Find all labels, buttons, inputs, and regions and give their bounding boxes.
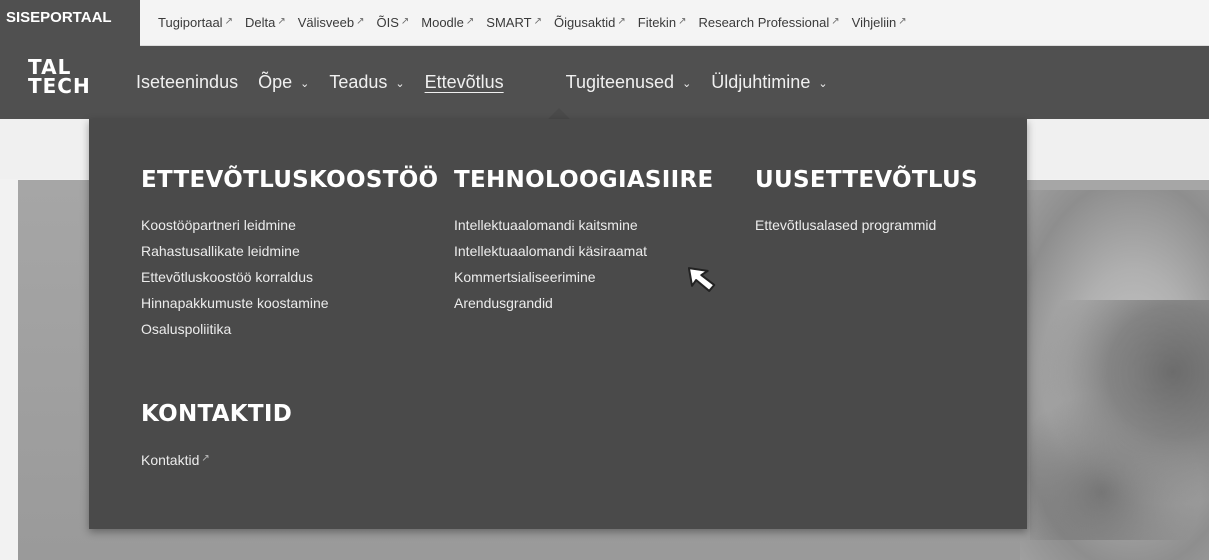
menu-link[interactable]: Ettevõtluskoostöö korraldus [141, 267, 438, 287]
nav-item-uldjuhtimine[interactable]: Üldjuhtimine ⌄ [711, 72, 827, 93]
nav-menu: Iseteenindus Õpe ⌄ Teadus ⌄ Ettevõtlus Tug… [136, 72, 848, 93]
nav-item-teadus[interactable]: Teadus ⌄ [329, 72, 404, 93]
column-uusettevotlus: UUSETTEVÕTLUS Ettevõtlusalased programmi… [755, 167, 978, 241]
menu-link-kontaktid[interactable]: Kontaktid ↗ [141, 449, 292, 470]
chevron-down-icon: ⌄ [682, 78, 692, 90]
nav-item-tugiteenused[interactable]: Tugiteenused ⌄ [566, 72, 692, 93]
main-navigation: TAL TECH Iseteenindus Õpe ⌄ Teadus ⌄ Ettev… [0, 46, 1209, 119]
link-vihjeliin[interactable]: Vihjeliin ↗ [852, 15, 907, 30]
menu-link[interactable]: Hinnapakkumuste koostamine [141, 293, 438, 313]
chevron-down-icon: ⌄ [395, 78, 405, 90]
column-heading: KONTAKTID [141, 401, 293, 427]
menu-link[interactable]: Intellektuaalomandi kaitsmine [454, 215, 714, 235]
mouse-cursor-icon [688, 267, 716, 292]
link-tugiportaal[interactable]: Tugiportaal ↗ [158, 15, 233, 30]
column-kontaktid: KONTAKTID Kontaktid ↗ [141, 401, 292, 476]
external-link-icon: ↗ [678, 16, 687, 27]
external-links: Tugiportaal ↗ Delta ↗ Välisveeb ↗ ÕIS ↗ Mood… [158, 15, 907, 30]
siseportaal-tab[interactable]: SISEPORTAAL [0, 0, 140, 46]
menu-link[interactable]: Kommertsialiseerimine [454, 267, 714, 287]
link-smart[interactable]: SMART ↗ [486, 15, 542, 30]
external-link-icon: ↗ [224, 16, 233, 27]
external-link-icon: ↗ [400, 16, 410, 27]
chevron-down-icon: ⌄ [818, 78, 828, 90]
link-valisveeb[interactable]: Välisveeb ↗ [298, 15, 365, 30]
column-heading: UUSETTEVÕTLUS [755, 167, 978, 193]
link-oigusaktid[interactable]: Õigusaktid ↗ [554, 15, 626, 30]
column-ettevotluskoostoo: ETTEVÕTLUSKOOSTÖÖ Koostööpartneri leidmi… [141, 167, 438, 345]
utility-bar: SISEPORTAAL Tugiportaal ↗ Delta ↗ Välisvee… [0, 0, 1209, 46]
ettevotlus-dropdown: ETTEVÕTLUSKOOSTÖÖ Koostööpartneri leidmi… [89, 119, 1027, 529]
link-fitekin[interactable]: Fitekin ↗ [638, 15, 687, 30]
link-delta[interactable]: Delta ↗ [245, 15, 286, 30]
external-link-icon: ↗ [831, 16, 840, 27]
external-link-icon: ↗ [356, 16, 365, 27]
external-link-icon: ↗ [201, 453, 210, 464]
nav-item-ope[interactable]: Õpe ⌄ [258, 72, 309, 93]
external-link-icon: ↗ [898, 16, 907, 27]
external-link-icon: ↗ [277, 16, 286, 27]
menu-link[interactable]: Ettevõtlusalased programmid [755, 215, 978, 235]
nav-item-iseteenindus[interactable]: Iseteenindus [136, 72, 238, 93]
dropdown-caret [548, 108, 570, 119]
menu-link[interactable]: Rahastusallikate leidmine [141, 241, 438, 261]
column-heading: TEHNOLOOGIASIIRE [454, 167, 714, 193]
menu-link[interactable]: Arendusgrandid [454, 293, 714, 313]
menu-link[interactable]: Koostööpartneri leidmine [141, 215, 438, 235]
external-link-icon: ↗ [533, 16, 542, 27]
link-moodle[interactable]: Moodle ↗ [421, 15, 474, 30]
external-link-icon: ↗ [465, 16, 475, 27]
column-heading: ETTEVÕTLUSKOOSTÖÖ [141, 167, 439, 193]
column-tehnoloogiasiire: TEHNOLOOGIASIIRE Intellektuaalomandi kai… [454, 167, 714, 319]
external-link-icon: ↗ [617, 16, 626, 27]
taltech-logo[interactable]: TAL TECH [28, 57, 91, 96]
link-research-professional[interactable]: Research Professional ↗ [698, 15, 839, 30]
nav-item-ettevotlus[interactable]: Ettevõtlus [425, 72, 504, 93]
chevron-down-icon: ⌄ [300, 78, 310, 90]
link-ois[interactable]: ÕIS ↗ [376, 15, 409, 30]
menu-link[interactable]: Intellektuaalomandi käsiraamat [454, 241, 714, 261]
hero-tree-image [1030, 300, 1209, 540]
menu-link[interactable]: Osaluspoliitika [141, 319, 438, 339]
